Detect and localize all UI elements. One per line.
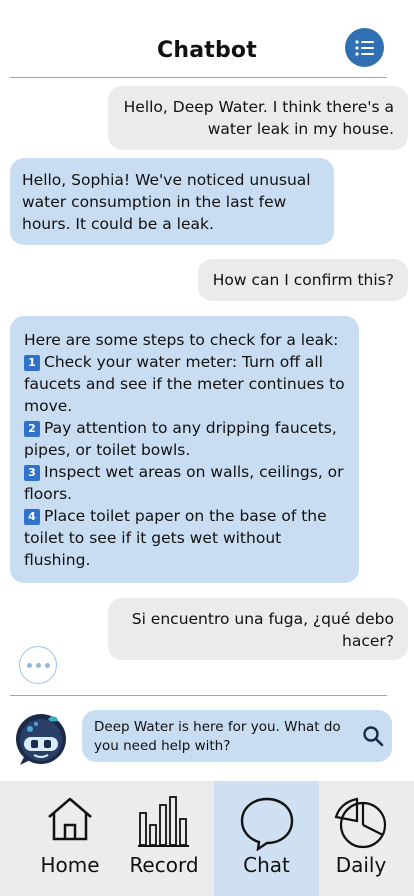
step-item: 2 Pay attention to any dripping faucets, …: [24, 417, 347, 461]
bot-message: Hello, Sophia! We've noticed unusual wat…: [10, 158, 334, 245]
header-divider: [10, 77, 387, 78]
nav-record[interactable]: Record: [114, 781, 214, 896]
nav-home[interactable]: Home: [10, 781, 130, 896]
list-icon: [354, 39, 374, 56]
message-text: Hello, Sophia! We've noticed unusual wat…: [22, 171, 311, 233]
message-text: Si encuentro una fuga, ¿qué debo hacer?: [131, 610, 394, 650]
step-item: 3 Inspect wet areas on walls, ceilings, o…: [24, 461, 347, 505]
input-divider: [10, 695, 387, 696]
menu-button[interactable]: [345, 28, 384, 67]
bot-avatar: [16, 714, 66, 765]
step-item: 4 Place toilet paper on the base of the t…: [24, 505, 347, 571]
typing-dot: [44, 662, 50, 668]
step-badge: 4: [24, 509, 40, 525]
nav-label: Record: [129, 853, 199, 877]
bottom-nav: Home Record Chat Daily: [0, 781, 414, 896]
step-badge: 2: [24, 421, 40, 437]
home-icon: [48, 797, 92, 841]
typing-indicator: [19, 646, 57, 684]
typing-dot: [35, 662, 41, 668]
steps-intro: Here are some steps to check for a leak:: [24, 331, 339, 349]
step-badge: 1: [24, 355, 40, 371]
chat-input[interactable]: Deep Water is here for you. What do you …: [82, 710, 392, 762]
pie-chart-icon: [334, 797, 387, 849]
search-icon[interactable]: [362, 725, 384, 747]
user-message: How can I confirm this?: [198, 259, 408, 301]
typing-dot: [26, 662, 32, 668]
message-text: Hello, Deep Water. I think there's a wat…: [123, 98, 394, 138]
chat-input-placeholder: Deep Water is here for you. What do you …: [94, 719, 341, 754]
bot-message-steps: Here are some steps to check for a leak:…: [10, 316, 359, 583]
user-message: Si encuentro una fuga, ¿qué debo hacer?: [108, 598, 408, 660]
chat-bubble-icon: [240, 797, 293, 851]
message-text: How can I confirm this?: [212, 271, 394, 289]
bar-chart-icon: [138, 796, 189, 847]
nav-label: Chat: [243, 853, 290, 877]
step-text: Pay attention to any dripping faucets, p…: [24, 419, 337, 459]
nav-daily[interactable]: Daily: [315, 781, 407, 896]
header: Chatbot: [0, 0, 414, 78]
nav-label: Daily: [335, 853, 387, 877]
step-badge: 3: [24, 465, 40, 481]
step-text: Place toilet paper on the base of the to…: [24, 507, 327, 569]
step-item: 1 Check your water meter: Turn off all fa…: [24, 351, 347, 417]
nav-label: Home: [40, 853, 100, 877]
step-text: Inspect wet areas on walls, ceilings, or…: [24, 463, 344, 503]
user-message: Hello, Deep Water. I think there's a wat…: [108, 86, 408, 150]
nav-chat[interactable]: Chat: [214, 781, 319, 896]
step-text: Check your water meter: Turn off all fau…: [24, 353, 345, 415]
